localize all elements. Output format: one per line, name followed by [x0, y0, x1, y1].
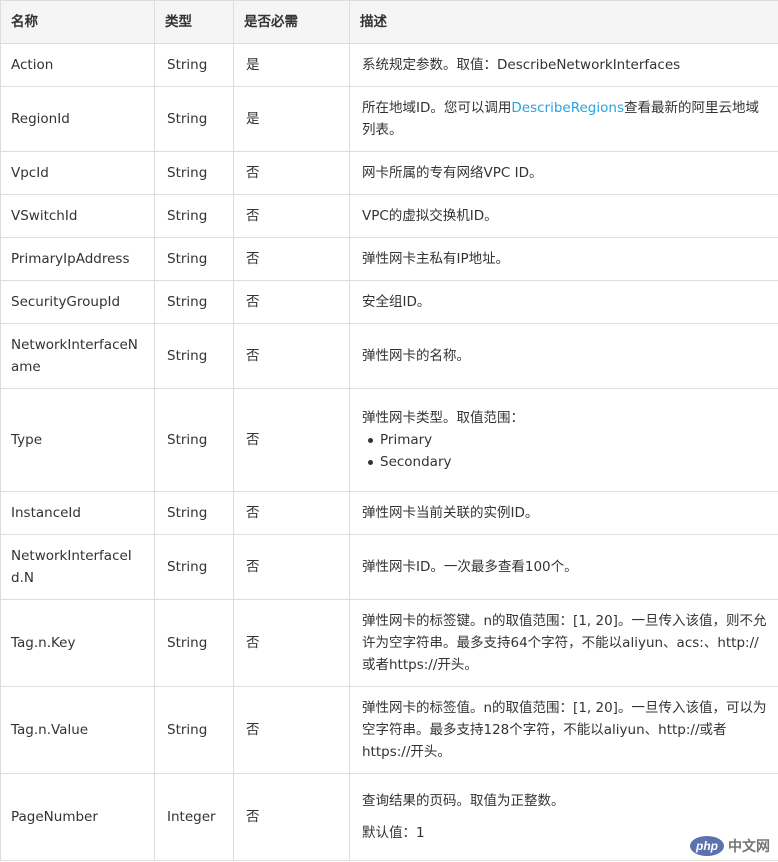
watermark: php 中文网 — [690, 836, 770, 856]
param-description: 弹性网卡的名称。 — [349, 323, 778, 389]
param-name: Type — [0, 388, 155, 492]
desc-text: 所在地域ID。您可以调用 — [362, 100, 512, 116]
param-required: 否 — [233, 388, 350, 492]
desc-text: 弹性网卡类型。取值范围： — [362, 410, 524, 426]
param-required: 否 — [233, 773, 350, 861]
table-row: InstanceId String 否 弹性网卡当前关联的实例ID。 — [0, 491, 778, 535]
param-type: String — [154, 280, 234, 324]
param-type: String — [154, 323, 234, 389]
param-required: 否 — [233, 280, 350, 324]
param-name: VSwitchId — [0, 194, 155, 238]
param-type: Integer — [154, 773, 234, 861]
param-name: PageNumber — [0, 773, 155, 861]
param-required: 否 — [233, 534, 350, 600]
param-type: String — [154, 194, 234, 238]
table-header-row: 名称 类型 是否必需 描述 — [0, 0, 778, 44]
table-row: SecurityGroupId String 否 安全组ID。 — [0, 280, 778, 324]
param-name: RegionId — [0, 86, 155, 152]
param-description: 弹性网卡主私有IP地址。 — [349, 237, 778, 281]
list-item: Primary — [368, 429, 768, 451]
param-description: 弹性网卡当前关联的实例ID。 — [349, 491, 778, 535]
param-description: 弹性网卡类型。取值范围： Primary Secondary — [349, 388, 778, 492]
param-type: String — [154, 86, 234, 152]
param-required: 否 — [233, 194, 350, 238]
header-name: 名称 — [0, 0, 155, 44]
param-description: 弹性网卡的标签值。n的取值范围：[1, 20]。一旦传入该值，可以为空字符串。最… — [349, 686, 778, 774]
header-required: 是否必需 — [233, 0, 350, 44]
table-row: VSwitchId String 否 VPC的虚拟交换机ID。 — [0, 194, 778, 238]
header-type: 类型 — [154, 0, 234, 44]
param-type: String — [154, 534, 234, 600]
table-row: VpcId String 否 网卡所属的专有网络VPC ID。 — [0, 151, 778, 195]
param-name: VpcId — [0, 151, 155, 195]
parameters-table: 名称 类型 是否必需 描述 Action String 是 系统规定参数。取值：… — [0, 0, 778, 861]
watermark-text: 中文网 — [728, 838, 770, 854]
param-required: 否 — [233, 323, 350, 389]
table-row: Type String 否 弹性网卡类型。取值范围： Primary Secon… — [0, 388, 778, 492]
table-row: Tag.n.Value String 否 弹性网卡的标签值。n的取值范围：[1,… — [0, 686, 778, 774]
param-required: 否 — [233, 686, 350, 774]
param-required: 否 — [233, 491, 350, 535]
param-type: String — [154, 491, 234, 535]
param-type: String — [154, 237, 234, 281]
param-name: NetworkInterfaceName — [0, 323, 155, 389]
param-name: Action — [0, 43, 155, 87]
php-logo-icon: php — [690, 836, 724, 856]
table-row: NetworkInterfaceId.N String 否 弹性网卡ID。一次最… — [0, 534, 778, 600]
param-required: 是 — [233, 43, 350, 87]
header-description: 描述 — [349, 0, 778, 44]
option-list: Primary Secondary — [362, 429, 768, 473]
param-required: 是 — [233, 86, 350, 152]
table-row: NetworkInterfaceName String 否 弹性网卡的名称。 — [0, 323, 778, 389]
table-row: PrimaryIpAddress String 否 弹性网卡主私有IP地址。 — [0, 237, 778, 281]
table-row: Action String 是 系统规定参数。取值：DescribeNetwor… — [0, 43, 778, 87]
table-row: PageNumber Integer 否 查询结果的页码。取值为正整数。 默认值… — [0, 773, 778, 861]
param-required: 否 — [233, 237, 350, 281]
param-type: String — [154, 686, 234, 774]
param-required: 否 — [233, 151, 350, 195]
param-description: 安全组ID。 — [349, 280, 778, 324]
param-type: String — [154, 388, 234, 492]
param-name: InstanceId — [0, 491, 155, 535]
param-description: 弹性网卡ID。一次最多查看100个。 — [349, 534, 778, 600]
param-name: PrimaryIpAddress — [0, 237, 155, 281]
param-description: 系统规定参数。取值：DescribeNetworkInterfaces — [349, 43, 778, 87]
param-name: SecurityGroupId — [0, 280, 155, 324]
table-row: Tag.n.Key String 否 弹性网卡的标签键。n的取值范围：[1, 2… — [0, 599, 778, 687]
param-name: Tag.n.Key — [0, 599, 155, 687]
param-description: 网卡所属的专有网络VPC ID。 — [349, 151, 778, 195]
param-name: Tag.n.Value — [0, 686, 155, 774]
param-name: NetworkInterfaceId.N — [0, 534, 155, 600]
param-type: String — [154, 599, 234, 687]
param-required: 否 — [233, 599, 350, 687]
describe-regions-link[interactable]: DescribeRegions — [511, 100, 624, 116]
table-row: RegionId String 是 所在地域ID。您可以调用DescribeRe… — [0, 86, 778, 152]
param-description: 弹性网卡的标签键。n的取值范围：[1, 20]。一旦传入该值，则不允许为空字符串… — [349, 599, 778, 687]
param-type: String — [154, 151, 234, 195]
desc-text: 查询结果的页码。取值为正整数。 — [362, 793, 565, 809]
list-item: Secondary — [368, 451, 768, 473]
param-type: String — [154, 43, 234, 87]
param-description: 所在地域ID。您可以调用DescribeRegions查看最新的阿里云地域列表。 — [349, 86, 778, 152]
param-description: VPC的虚拟交换机ID。 — [349, 194, 778, 238]
